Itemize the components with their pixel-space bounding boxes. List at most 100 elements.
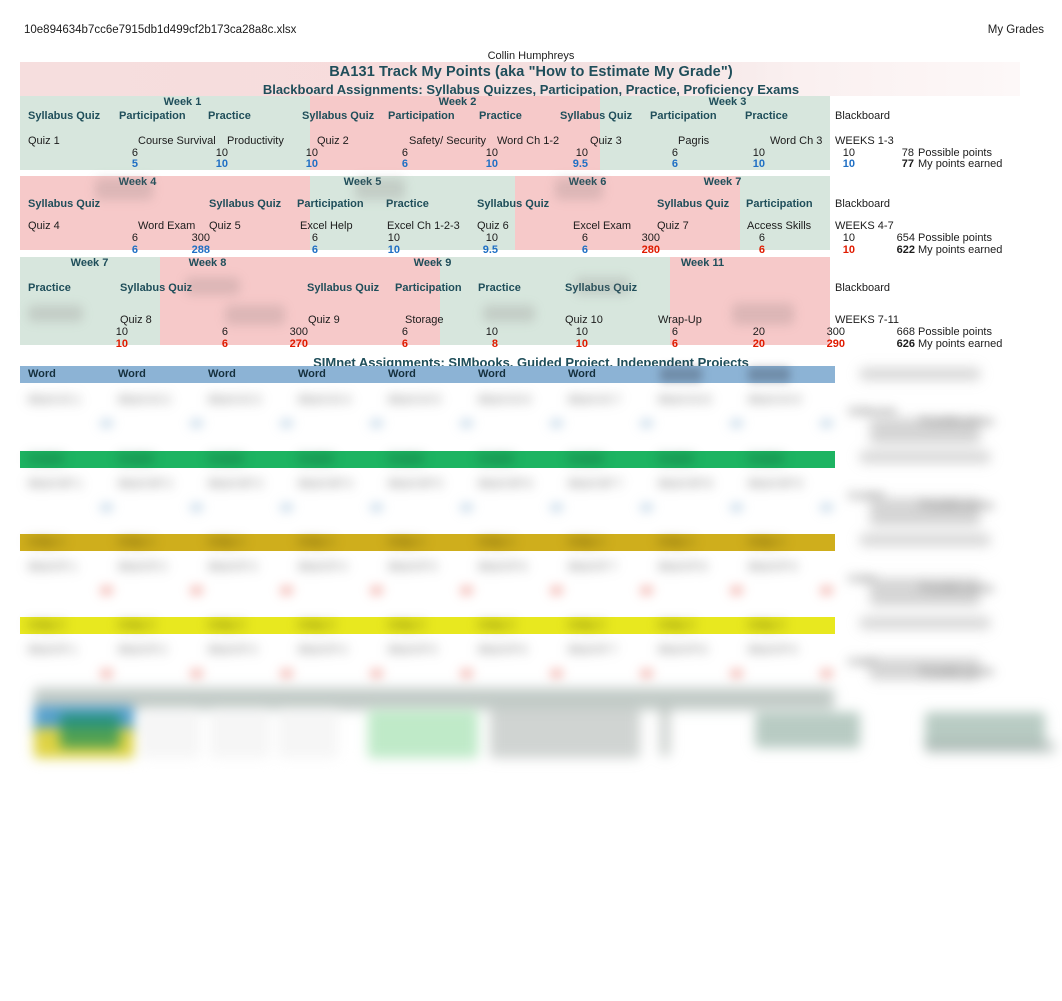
points-earned: 10 — [485, 158, 498, 170]
item-label: Quiz 8 — [120, 314, 152, 326]
week-label-5: Week 5 — [343, 176, 382, 188]
week-label-4: Week 4 — [118, 176, 157, 188]
points-earned: 6 — [221, 338, 228, 350]
col-header-participation-w2: Participation — [388, 110, 455, 122]
possible-points: 6 — [131, 232, 138, 244]
points-earned: 6 — [401, 158, 408, 170]
points-earned: 10 — [842, 244, 855, 256]
item-label: Quiz 3 — [590, 135, 622, 147]
points-earned: 9.5 — [572, 158, 588, 170]
points-earned: 9.5 — [482, 244, 498, 256]
simnet-col-label-word-7: Word — [568, 368, 596, 380]
blackboard-weeks-range: WEEKS 4-7 — [835, 220, 894, 232]
simnet-col-label-word-2: Word — [118, 368, 146, 380]
possible-points: 6 — [221, 326, 228, 338]
simnet-group-band-independent-2 — [20, 617, 835, 634]
col-header-syllabus-quiz-w2: Syllabus Quiz — [302, 110, 375, 122]
item-label: Word Exam — [138, 220, 196, 232]
possible-points: 300 — [826, 326, 845, 338]
total-possible-points: 668 — [896, 326, 915, 338]
simnet-col-label-word-5: Word — [388, 368, 416, 380]
possible-points: 300 — [289, 326, 308, 338]
possible-points: 6 — [401, 326, 408, 338]
col-header-syllabus-quiz-w5: Syllabus Quiz — [209, 198, 282, 210]
points-earned: 270 — [289, 338, 308, 350]
redacted-simnet-col-label-9 — [748, 367, 790, 382]
possible-points: 10 — [115, 326, 128, 338]
possible-points: 300 — [191, 232, 210, 244]
spreadsheet-page: 10e894634b7cc6e7915db1d499cf2b173ca28a8c… — [0, 0, 1062, 1001]
col-header-participation-w7: Participation — [746, 198, 813, 210]
worksheet-name: My Grades — [987, 24, 1044, 36]
item-label: Safety/ Security — [409, 135, 487, 147]
possible-points-label: Possible points — [918, 232, 992, 244]
item-label: Productivity — [227, 135, 284, 147]
col-header-blackboard-2: Blackboard — [835, 198, 891, 210]
item-label: Quiz 6 — [477, 220, 509, 232]
workbook-file-name: 10e894634b7cc6e7915db1d499cf2b173ca28a8c… — [24, 24, 297, 36]
total-points-earned: 626 — [896, 338, 915, 350]
author-name: Collin Humphreys — [487, 50, 575, 62]
points-earned: 10 — [842, 158, 855, 170]
possible-points: 300 — [641, 232, 660, 244]
points-earned-label: My points earned — [918, 244, 1003, 256]
col-header-practice-w3: Practice — [745, 110, 788, 122]
item-label: Storage — [405, 314, 444, 326]
points-earned: 10 — [305, 158, 318, 170]
col-header-participation-w9: Participation — [395, 282, 462, 294]
item-label: Course Survival — [138, 135, 216, 147]
simnet-col-label-word-3: Word — [208, 368, 236, 380]
item-label: Quiz 5 — [209, 220, 241, 232]
page-subtitle: Blackboard Assignments: Syllabus Quizzes… — [262, 82, 800, 97]
points-earned: 6 — [131, 244, 138, 256]
item-label: Quiz 9 — [308, 314, 340, 326]
col-header-syllabus-quiz-w4: Syllabus Quiz — [28, 198, 101, 210]
possible-points: 6 — [311, 232, 318, 244]
col-header-syllabus-quiz-w3: Syllabus Quiz — [560, 110, 633, 122]
item-label: Quiz 4 — [28, 220, 60, 232]
points-earned: 288 — [191, 244, 210, 256]
simnet-col-label-word-1: Word — [28, 368, 56, 380]
item-label: Excel Ch 1-2-3 — [387, 220, 460, 232]
possible-points-label: Possible points — [918, 326, 992, 338]
week-label-7: Week 7 — [703, 176, 742, 188]
simnet-col-label-word-6: Word — [478, 368, 506, 380]
points-earned: 6 — [671, 158, 678, 170]
week-label-8: Week 8 — [188, 257, 227, 269]
week-label-3: Week 3 — [708, 96, 747, 108]
col-header-syllabus-quiz-w11: Syllabus Quiz — [565, 282, 638, 294]
points-earned: 6 — [671, 338, 678, 350]
points-earned: 6 — [311, 244, 318, 256]
item-label: Excel Help — [300, 220, 353, 232]
simnet-rows-independent-2: Word IP 1 Word IP 2 Word IP 3 Word IP 4 … — [28, 644, 994, 680]
points-earned: 6 — [401, 338, 408, 350]
points-earned-label: My points earned — [918, 158, 1003, 170]
simnet-rows-simbooks: Word Ch 1 Word Ch 2 Word Ch 3 Word Ch 4 … — [28, 394, 994, 430]
points-earned: 10 — [387, 244, 400, 256]
col-header-practice-w2: Practice — [479, 110, 522, 122]
blackboard-weeks-range: WEEKS 7-11 — [835, 314, 899, 326]
col-header-syllabus-quiz-w9: Syllabus Quiz — [307, 282, 380, 294]
points-earned: 290 — [826, 338, 845, 350]
week-label-2: Week 2 — [438, 96, 477, 108]
points-earned: 8 — [491, 338, 498, 350]
item-label: Quiz 10 — [565, 314, 603, 326]
points-earned: 10 — [752, 158, 765, 170]
possible-points: 6 — [671, 326, 678, 338]
col-header-practice-w9: Practice — [478, 282, 521, 294]
item-label: Pagris — [678, 135, 710, 147]
possible-points: 6 — [758, 232, 765, 244]
page-title: BA131 Track My Points (aka "How to Estim… — [329, 64, 733, 80]
item-label: Word Ch 3 — [770, 135, 823, 147]
item-label: Word Ch 1-2 — [497, 135, 560, 147]
col-header-practice-w5: Practice — [386, 198, 429, 210]
points-earned-label: My points earned — [918, 338, 1003, 350]
col-header-practice-w1: Practice — [208, 110, 251, 122]
block-weeks-4-7: Week 4 Week 5 Week 6 Week 7 Syllabus Qui… — [20, 176, 1020, 256]
col-header-blackboard-3: Blackboard — [835, 282, 891, 294]
col-header-participation-w1: Participation — [119, 110, 186, 122]
col-header-participation-w5: Participation — [297, 198, 364, 210]
points-earned: 280 — [641, 244, 660, 256]
item-label: Quiz 2 — [317, 135, 349, 147]
col-header-blackboard-1: Blackboard — [835, 110, 891, 122]
